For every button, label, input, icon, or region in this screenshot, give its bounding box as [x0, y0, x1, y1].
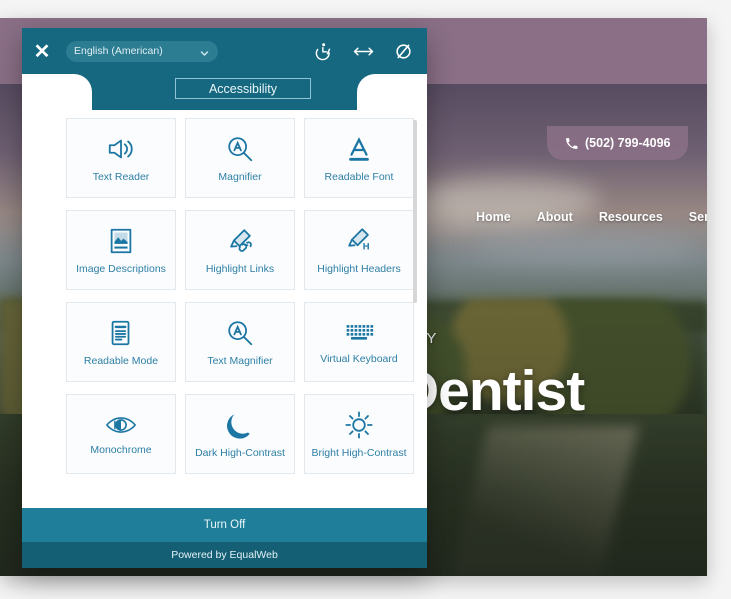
tile-readable-mode[interactable]: Readable Mode [66, 302, 176, 382]
keyboard-glyph [346, 324, 374, 340]
highlighter-link-icon [225, 226, 255, 256]
phone-icon [566, 137, 578, 149]
keyboard-icon [344, 320, 374, 346]
accessibility-tile-grid: Text Reader Magnifier Readable Font Imag… [22, 118, 427, 474]
tile-bright-high-contrast[interactable]: Bright High-Contrast [304, 394, 414, 474]
close-icon[interactable]: ✕ [22, 28, 62, 74]
tile-image-descriptions[interactable]: Image Descriptions [66, 210, 176, 290]
tile-label: Highlight Headers [317, 262, 401, 275]
eye-contrast-icon [105, 413, 137, 437]
moon-icon [226, 410, 254, 440]
tile-virtual-keyboard[interactable]: Virtual Keyboard [304, 302, 414, 382]
magnifier-a-icon [225, 134, 255, 164]
widget-header: ✕ English (American) [22, 28, 427, 74]
tile-label: Readable Font [324, 170, 394, 183]
tile-label: Bright High-Contrast [311, 446, 407, 459]
sun-icon [344, 410, 374, 440]
widget-header-icons [314, 42, 413, 61]
svg-text:H: H [363, 241, 370, 251]
tile-text-reader[interactable]: Text Reader [66, 118, 176, 198]
phone-number: (502) 799-4096 [585, 136, 671, 150]
tile-label: Highlight Links [205, 262, 275, 275]
tile-label: Virtual Keyboard [320, 352, 398, 365]
tabstrip-notch-right [357, 74, 427, 110]
tile-magnifier[interactable]: Magnifier [185, 118, 295, 198]
tab-accessibility[interactable]: Accessibility [175, 78, 311, 99]
browser-page: e are available at another location on y… [0, 0, 731, 599]
widget-body: Text Reader Magnifier Readable Font Imag… [22, 110, 427, 508]
turn-off-button[interactable]: Turn Off [22, 508, 427, 542]
tile-highlight-links[interactable]: Highlight Links [185, 210, 295, 290]
tile-label: Text Reader [92, 170, 150, 183]
phone-button[interactable]: (502) 799-4096 [547, 126, 689, 160]
tabstrip-notch-left [22, 74, 92, 110]
accessibility-wheelchair-icon[interactable] [314, 42, 333, 61]
language-select[interactable]: English (American) [66, 40, 218, 62]
widget-tabstrip: Accessibility [22, 74, 427, 110]
letter-a-underline-icon [344, 134, 374, 164]
tile-label: Dark High-Contrast [195, 446, 285, 459]
tile-monochrome[interactable]: Monochrome [66, 394, 176, 474]
highlighter-h-icon: H [344, 226, 374, 256]
image-icon [106, 226, 136, 256]
nav-item-services[interactable]: Services [689, 210, 707, 224]
tile-label: Image Descriptions [76, 262, 166, 275]
scrollbar-thumb[interactable] [413, 120, 417, 303]
tile-label: Monochrome [90, 443, 152, 456]
powered-by-label[interactable]: Powered by EqualWeb [22, 542, 427, 568]
document-lines-icon [106, 318, 136, 348]
language-select-wrapper: English (American) [62, 40, 218, 62]
hide-interface-icon[interactable] [394, 42, 413, 61]
tile-dark-high-contrast[interactable]: Dark High-Contrast [185, 394, 295, 474]
nav-item-resources[interactable]: Resources [599, 210, 663, 224]
tile-label: Readable Mode [83, 354, 159, 367]
accessibility-widget: ✕ English (American) Accessibility Text … [22, 28, 427, 568]
speaker-icon [106, 134, 136, 164]
tile-readable-font[interactable]: Readable Font [304, 118, 414, 198]
tile-label: Text Magnifier [207, 354, 273, 367]
magnifier-a-icon [225, 318, 255, 348]
tile-label: Magnifier [218, 170, 262, 183]
widget-scrollbar[interactable] [413, 120, 417, 505]
nav-item-home[interactable]: Home [476, 210, 511, 224]
tile-highlight-headers[interactable]: H Highlight Headers [304, 210, 414, 290]
nav-item-about[interactable]: About [537, 210, 573, 224]
resize-horizontal-icon[interactable] [353, 43, 374, 60]
tile-text-magnifier[interactable]: Text Magnifier [185, 302, 295, 382]
